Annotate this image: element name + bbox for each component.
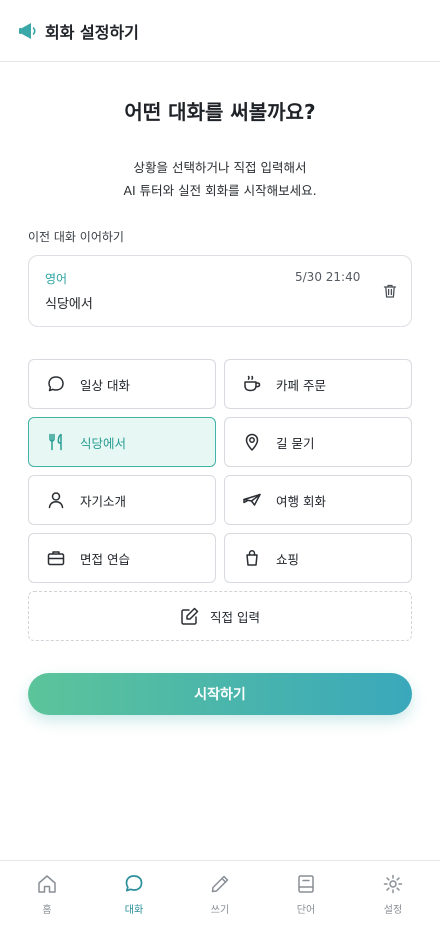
recent-datetime: 5/30 21:40 — [295, 270, 361, 284]
direct-input-label: 직접 입력 — [210, 609, 260, 625]
coffee-cup-icon — [242, 374, 262, 394]
tab-home[interactable]: 홈 — [17, 873, 77, 921]
tab-conversation[interactable]: 대화 — [104, 873, 164, 921]
direct-input-button[interactable]: 직접 입력 — [28, 591, 412, 641]
tab-label: 단어 — [296, 905, 316, 916]
subheadline-line-1: 상황을 선택하거나 직접 입력해서 — [133, 160, 307, 175]
recent-language: 영어 — [45, 272, 68, 286]
option-cafe-order[interactable]: 카페 주문 — [224, 359, 412, 409]
pencil-icon — [209, 873, 231, 895]
megaphone-icon — [18, 21, 38, 41]
start-button[interactable]: 시작하기 — [28, 673, 412, 715]
airplane-icon — [242, 490, 262, 510]
option-label: 자기소개 — [80, 493, 127, 509]
recent-section-label: 이전 대화 이어하기 — [28, 230, 124, 244]
recent-conversation-card[interactable]: 영어 5/30 21:40 식당에서 — [28, 255, 412, 327]
option-label: 길 묻기 — [276, 435, 315, 451]
gear-icon — [382, 873, 404, 895]
option-travel-conversation[interactable]: 여행 회화 — [224, 475, 412, 525]
tab-settings[interactable]: 설정 — [363, 873, 423, 921]
page-title: 회화 설정하기 — [45, 22, 139, 42]
tab-label: 쓰기 — [210, 905, 230, 916]
option-daily-conversation[interactable]: 일상 대화 — [28, 359, 216, 409]
fork-knife-icon — [46, 432, 66, 452]
headline: 어떤 대화를 써볼까요? — [124, 100, 316, 124]
tab-label: 설정 — [383, 905, 403, 916]
option-restaurant[interactable]: 식당에서 — [28, 417, 216, 467]
option-label: 면접 연습 — [80, 551, 130, 567]
chat-bubble-icon — [46, 374, 66, 394]
option-label: 여행 회화 — [276, 493, 326, 509]
option-label: 카페 주문 — [276, 377, 326, 393]
app-header: 회화 설정하기 — [0, 0, 440, 62]
tab-label: 홈 — [42, 905, 52, 916]
chat-bubble-icon — [123, 873, 145, 895]
bottom-tab-bar: 홈 대화 쓰기 단어 설정 — [0, 860, 440, 927]
option-label: 쇼핑 — [276, 551, 300, 567]
trash-icon[interactable] — [382, 283, 398, 299]
recent-topic: 식당에서 — [45, 297, 93, 312]
option-label: 일상 대화 — [80, 377, 130, 393]
map-pin-icon — [242, 432, 262, 452]
option-asking-directions[interactable]: 길 묻기 — [224, 417, 412, 467]
edit-icon — [180, 606, 200, 626]
user-icon — [46, 490, 66, 510]
tab-label: 대화 — [124, 905, 144, 916]
home-icon — [36, 873, 58, 895]
book-icon — [295, 873, 317, 895]
tab-writing[interactable]: 쓰기 — [190, 873, 250, 921]
option-shopping[interactable]: 쇼핑 — [224, 533, 412, 583]
tab-vocabulary[interactable]: 단어 — [276, 873, 336, 921]
subheadline-line-2: AI 튜터와 실전 회화를 시작해보세요. — [123, 183, 317, 198]
option-interview-practice[interactable]: 면접 연습 — [28, 533, 216, 583]
shopping-bag-icon — [242, 548, 262, 568]
option-label: 식당에서 — [80, 435, 127, 451]
option-self-introduction[interactable]: 자기소개 — [28, 475, 216, 525]
briefcase-icon — [46, 548, 66, 568]
